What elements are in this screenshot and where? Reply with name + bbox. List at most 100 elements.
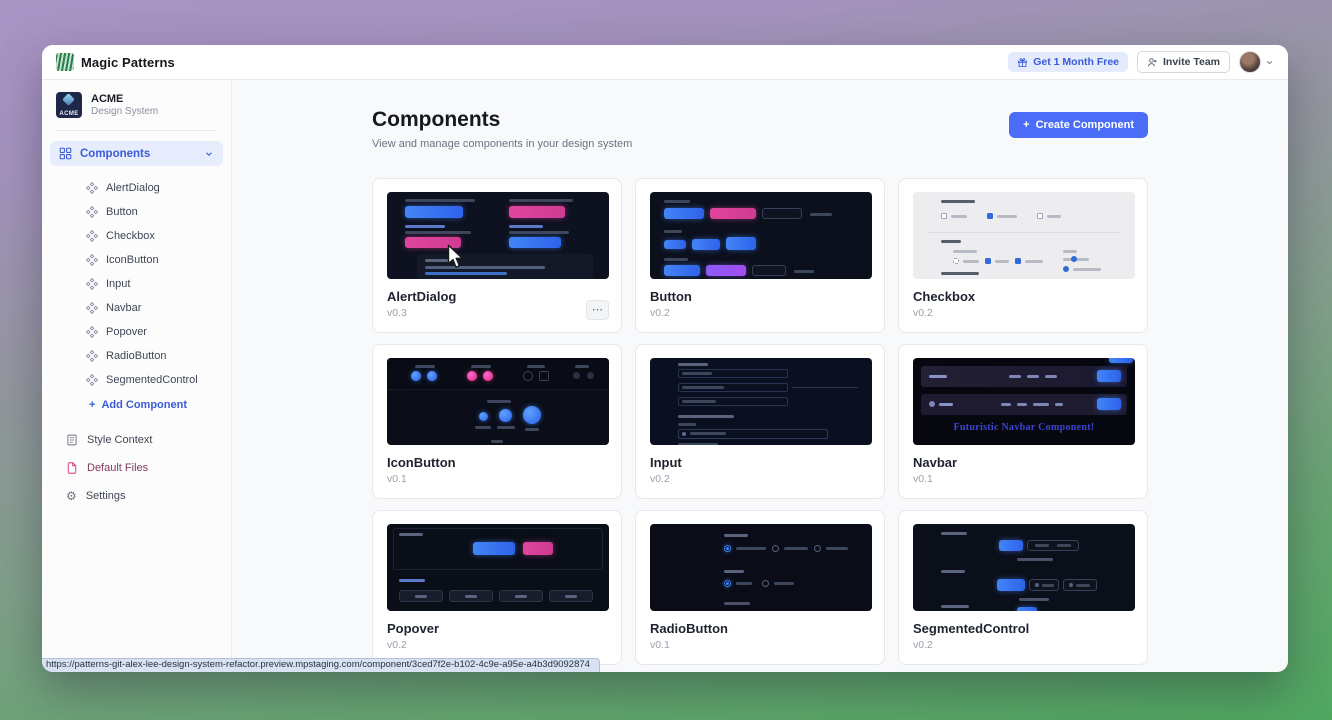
sidebar-item-components[interactable]: Components <box>50 141 223 166</box>
decor-circle <box>1035 583 1039 587</box>
card-thumbnail[interactable] <box>913 524 1135 611</box>
overflow-menu-button[interactable]: ⋯ <box>586 300 609 320</box>
plus-icon: + <box>1023 119 1029 131</box>
decor-circle <box>1069 583 1073 587</box>
card-version: v0.2 <box>650 307 670 319</box>
card-thumbnail[interactable] <box>650 524 872 611</box>
card-button[interactable]: Button v0.2 <box>635 178 885 333</box>
card-popover[interactable]: Popover v0.2 <box>372 510 622 665</box>
card-thumbnail[interactable] <box>387 524 609 611</box>
card-thumbnail[interactable] <box>387 358 609 445</box>
decor-circle <box>479 412 488 421</box>
decor-circle <box>523 406 541 424</box>
decor-pill <box>710 208 756 219</box>
app-window: Magic Patterns Get 1 Month Free Invite T… <box>42 45 1288 672</box>
code-panel <box>417 254 593 279</box>
card-alertdialog[interactable]: AlertDialog v0.3 ⋯ <box>372 178 622 333</box>
decor-bar <box>953 250 977 253</box>
decor-bar <box>963 260 979 263</box>
decor-bar <box>995 260 1009 263</box>
decor-circle <box>427 371 437 381</box>
decor-check <box>987 213 993 219</box>
decor-check <box>1071 256 1077 262</box>
item-label: Button <box>106 206 138 218</box>
sidebar-item-button[interactable]: Button <box>42 200 231 224</box>
component-list: AlertDialog Button Checkbox IconButton I… <box>42 176 231 392</box>
card-navbar[interactable]: Futuristic Navbar Component! Navbar v0.1 <box>898 344 1148 499</box>
card-segmentedcontrol[interactable]: SegmentedControl v0.2 <box>898 510 1148 665</box>
card-thumbnail[interactable] <box>387 192 609 279</box>
card-thumbnail[interactable] <box>650 358 872 445</box>
decor-bar <box>664 200 690 203</box>
sidebar-item-settings[interactable]: ⚙ Settings <box>42 482 231 510</box>
decor-pill <box>762 208 802 219</box>
card-input[interactable]: Input v0.2 <box>635 344 885 499</box>
decor-bar <box>1057 544 1071 547</box>
card-thumbnail[interactable] <box>913 192 1135 279</box>
decor-pill <box>999 540 1023 551</box>
decor-bar <box>425 272 507 275</box>
sidebar-item-input[interactable]: Input <box>42 272 231 296</box>
decor-bar <box>1019 598 1049 601</box>
card-radiobutton[interactable]: RadioButton v0.1 <box>635 510 885 665</box>
org-switcher[interactable]: ACME ACME Design System <box>42 92 231 118</box>
decor-circle <box>411 371 421 381</box>
get-month-free-button[interactable]: Get 1 Month Free <box>1008 52 1128 72</box>
decor-bar <box>415 365 435 368</box>
sidebar-item-segmentedcontrol[interactable]: SegmentedControl <box>42 368 231 392</box>
decor-bar <box>941 570 965 573</box>
decor-bar <box>525 428 539 431</box>
decor-bar <box>465 595 477 598</box>
decor-divider <box>927 232 1121 233</box>
chevron-down-icon <box>1265 58 1274 67</box>
sidebar-item-iconbutton[interactable]: IconButton <box>42 248 231 272</box>
decor-bar <box>509 231 569 234</box>
sidebar-item-popover[interactable]: Popover <box>42 320 231 344</box>
decor-bar <box>1033 403 1049 406</box>
card-thumbnail[interactable]: Futuristic Navbar Component! <box>913 358 1135 445</box>
decor-bar <box>794 270 814 273</box>
invite-team-button[interactable]: Invite Team <box>1137 51 1230 73</box>
sidebar-item-navbar[interactable]: Navbar <box>42 296 231 320</box>
card-checkbox[interactable]: Checkbox v0.2 <box>898 178 1148 333</box>
sidebar-item-style-context[interactable]: Style Context <box>42 426 231 454</box>
decor-bar <box>810 213 832 216</box>
gear-icon: ⚙ <box>66 490 77 502</box>
decor-circle <box>539 371 549 381</box>
decor-bar <box>425 259 453 262</box>
grid-icon <box>59 147 72 160</box>
sidebar-item-alertdialog[interactable]: AlertDialog <box>42 176 231 200</box>
component-icon <box>86 182 98 194</box>
decor-bar <box>1042 584 1054 587</box>
account-menu[interactable] <box>1239 51 1274 73</box>
sidebar-item-checkbox[interactable]: Checkbox <box>42 224 231 248</box>
component-icon <box>86 302 98 314</box>
card-iconbutton[interactable]: IconButton v0.1 <box>372 344 622 499</box>
card-thumbnail[interactable] <box>650 192 872 279</box>
decor-bar <box>527 365 545 368</box>
brand-name: Magic Patterns <box>81 55 175 70</box>
avatar <box>1239 51 1261 73</box>
card-title: Button <box>650 289 692 304</box>
decor-pill <box>509 237 561 248</box>
decor-circle <box>929 401 935 407</box>
brand[interactable]: Magic Patterns <box>56 53 175 71</box>
decor-circle <box>467 371 477 381</box>
desktop-backdrop: Magic Patterns Get 1 Month Free Invite T… <box>0 0 1332 720</box>
sidebar-item-radiobutton[interactable]: RadioButton <box>42 344 231 368</box>
decor-circle <box>483 371 493 381</box>
decor-check <box>941 213 947 219</box>
add-component-button[interactable]: + Add Component <box>42 392 231 418</box>
sidebar-item-default-files[interactable]: Default Files <box>42 454 231 482</box>
decor-bar <box>997 215 1017 218</box>
plus-icon: + <box>89 399 95 411</box>
decor-pill <box>752 265 786 276</box>
create-component-button[interactable]: + Create Component <box>1009 112 1148 138</box>
item-label: AlertDialog <box>106 182 160 194</box>
magic-patterns-logo-icon <box>56 53 74 71</box>
decor-pill <box>664 240 686 249</box>
navbar-thumb-caption: Futuristic Navbar Component! <box>913 422 1135 433</box>
decor-bar <box>1009 375 1021 378</box>
decor-pill <box>692 239 720 250</box>
decor-radio <box>762 580 769 587</box>
